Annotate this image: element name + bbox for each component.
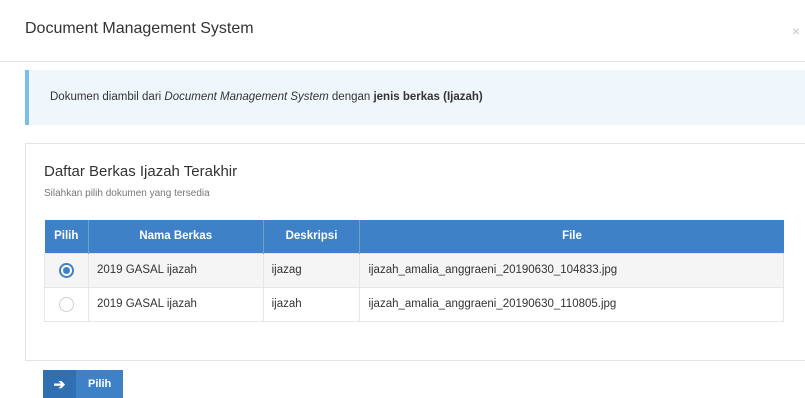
header-pilih: Pilih: [44, 220, 89, 253]
panel-title: Daftar Berkas Ijazah Terakhir: [44, 163, 238, 180]
radio-unselected[interactable]: [58, 296, 74, 312]
alert-middle: dengan: [328, 91, 374, 103]
alert-emphasis: Document Management System: [164, 91, 329, 103]
pilih-button-label: Pilih: [88, 378, 112, 390]
cell-nama: 2019 GASAL ijazah: [87, 286, 264, 322]
header-deskripsi: Deskripsi: [263, 220, 361, 253]
document-list-panel: Daftar Berkas Ijazah Terakhir Silahkan p…: [25, 143, 805, 361]
radio-selected[interactable]: [58, 262, 74, 278]
cell-radio[interactable]: [44, 252, 89, 288]
table-row[interactable]: 2019 GASAL ijazah ijazag ijazah_amalia_a…: [44, 252, 784, 288]
pilih-button[interactable]: ➔ Pilih: [43, 370, 123, 398]
cell-nama: 2019 GASAL ijazah: [87, 252, 264, 288]
arrow-right-icon: ➔: [43, 370, 76, 398]
cell-deskripsi: ijazag: [262, 252, 361, 288]
modal-title: Document Management System: [25, 20, 254, 37]
alert-prefix: Dokumen diambil dari: [50, 91, 165, 103]
modal-header: Document Management System ×: [0, 0, 805, 62]
panel-subtitle: Silahkan pilih dokumen yang tersedia: [44, 188, 210, 199]
header-file: File: [562, 230, 582, 243]
table-row[interactable]: 2019 GASAL ijazah ijazah ijazah_amalia_a…: [44, 286, 784, 322]
cell-file: ijazah_amalia_anggraeni_20190630_104833.…: [359, 252, 784, 288]
alert-text: Dokumen diambil dari Document Management…: [50, 91, 483, 103]
cell-deskripsi: ijazah: [262, 286, 361, 322]
table-header-row: Pilih Nama Berkas Deskripsi File: [44, 220, 784, 253]
info-alert: Dokumen diambil dari Document Management…: [25, 70, 805, 125]
alert-strong: jenis berkas (Ijazah): [373, 91, 483, 103]
cell-radio[interactable]: [44, 286, 89, 322]
documents-table: Pilih Nama Berkas Deskripsi File 2019 GA…: [44, 220, 784, 322]
cell-file: ijazah_amalia_anggraeni_20190630_110805.…: [359, 286, 784, 322]
header-nama-berkas: Nama Berkas: [88, 220, 264, 253]
close-icon[interactable]: ×: [792, 24, 800, 38]
